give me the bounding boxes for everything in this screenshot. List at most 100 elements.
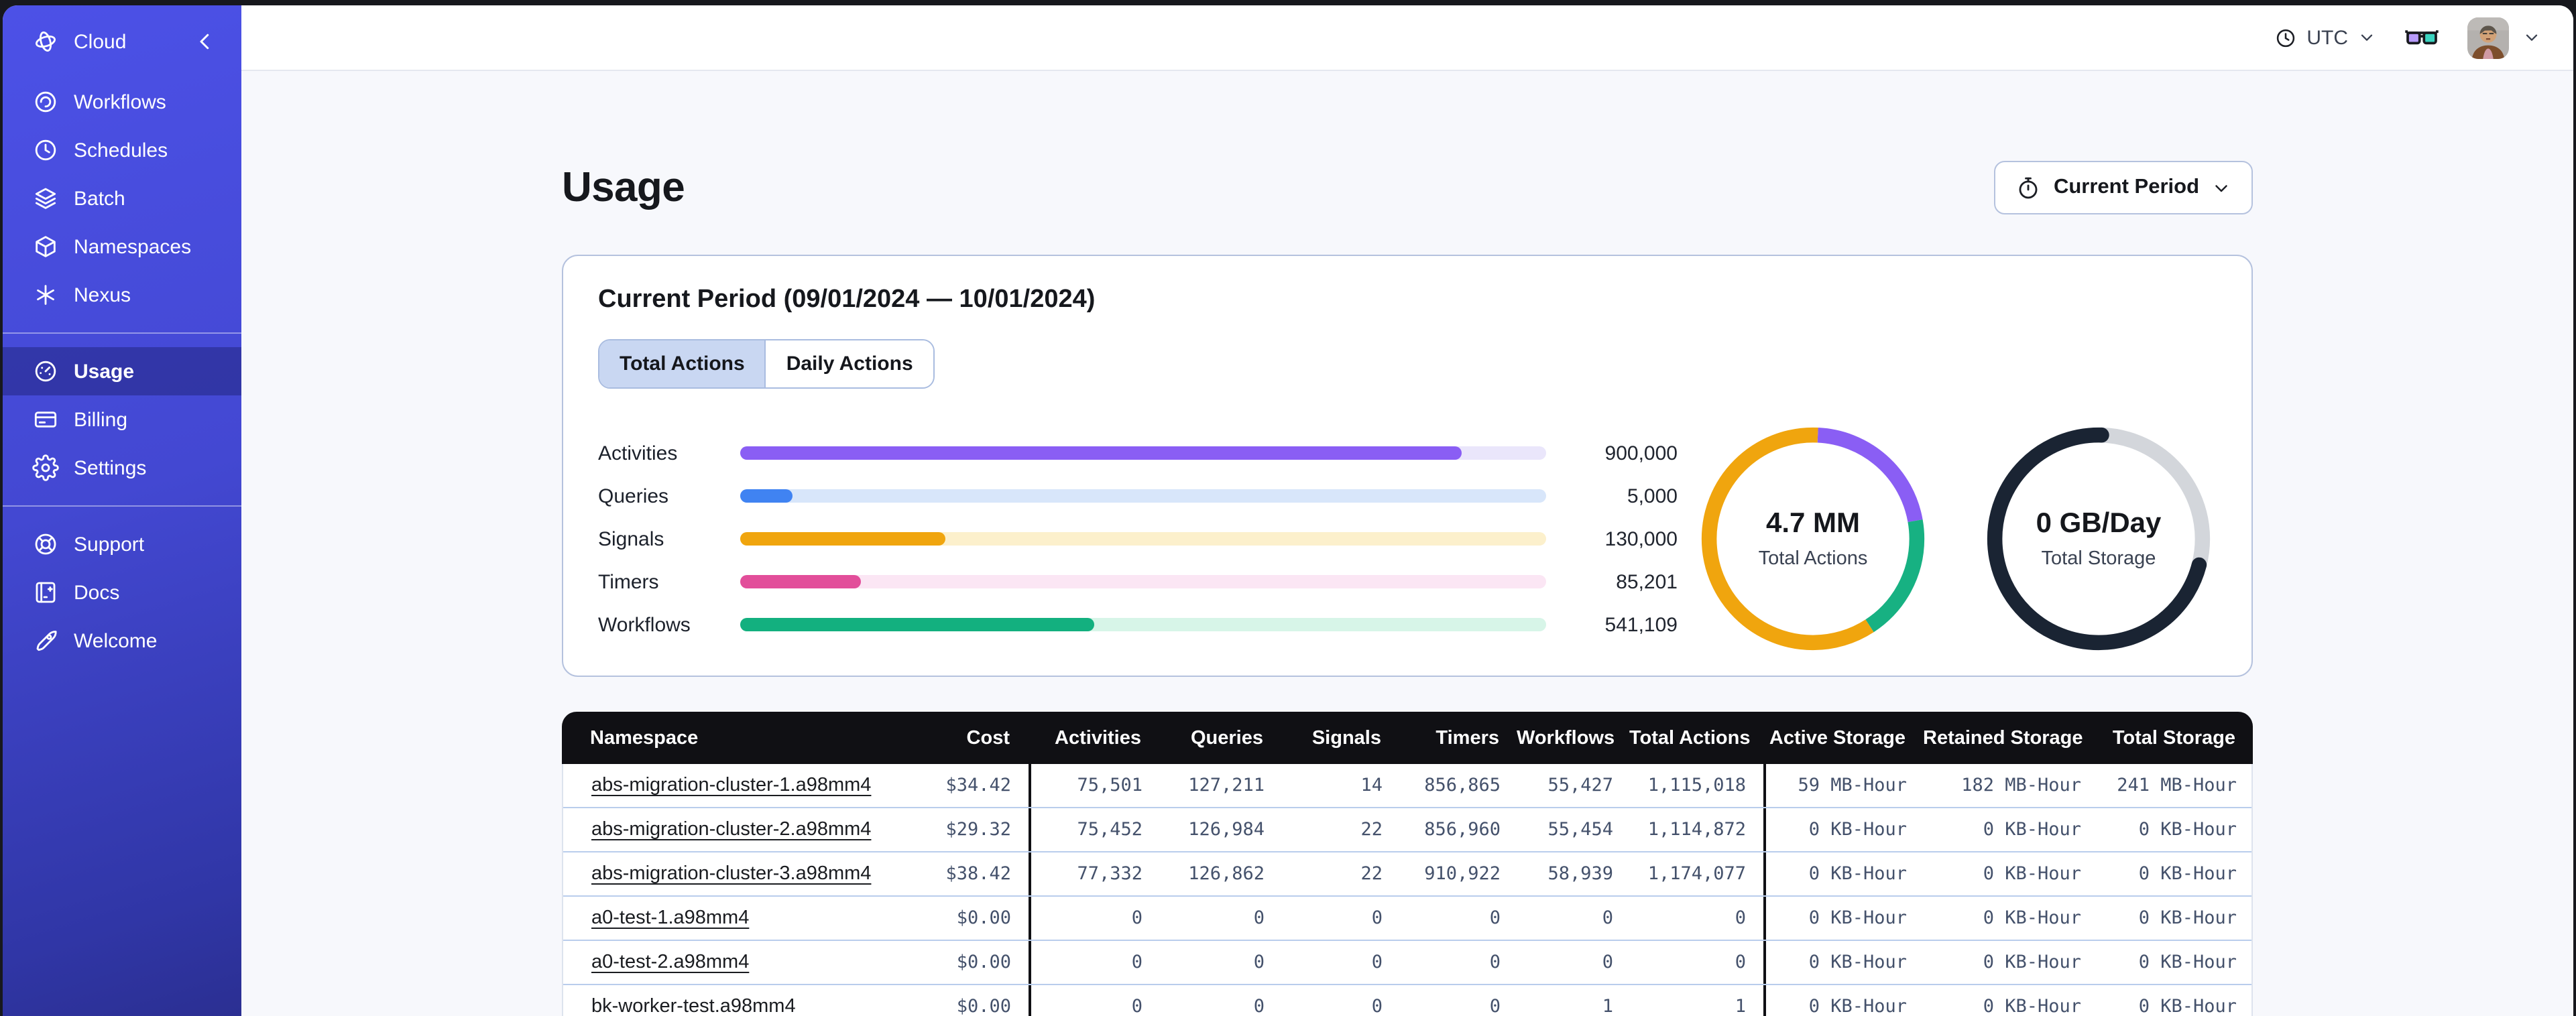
bar-label: Timers: [598, 570, 659, 593]
bar-label: Queries: [598, 485, 669, 507]
table-cell: 1,115,018: [1647, 775, 1746, 796]
actions-bar-chart: Activities 900,000 Queries 5,000 Signals…: [598, 442, 1678, 636]
clock-icon: [2274, 26, 2297, 49]
total-storage-label: Total Storage: [2041, 548, 2156, 570]
table-cell: 0 KB-Hour: [1983, 819, 2081, 840]
sidebar-item-schedules[interactable]: Schedules: [3, 126, 241, 174]
bar-chart-row: Timers 85,201: [598, 570, 1678, 593]
sidebar-collapse-button[interactable]: [193, 27, 223, 56]
sidebar-item-label: Usage: [74, 360, 135, 383]
column-header-total-actions: Total Actions: [1629, 727, 1751, 749]
table-cell: 0: [1253, 996, 1265, 1016]
sidebar-item-workflows[interactable]: Workflows: [3, 78, 241, 126]
namespace-cell: bk-worker-test.a98mm4: [563, 996, 902, 1016]
sidebar-item-settings[interactable]: Settings: [3, 444, 241, 492]
namespace-link[interactable]: abs-migration-cluster-3.a98mm4: [591, 863, 871, 885]
stopwatch-icon: [2016, 175, 2042, 200]
table-cell: 0: [1735, 952, 1746, 973]
docs-icon: [32, 579, 59, 606]
tab-total-actions[interactable]: Total Actions: [599, 340, 766, 387]
sidebar-item-welcome[interactable]: Welcome: [3, 617, 241, 665]
bar-label: Activities: [598, 442, 678, 464]
sidebar-item-batch[interactable]: Batch: [3, 174, 241, 223]
sidebar-divider: [3, 505, 241, 507]
bar-value: 5,000: [1627, 485, 1678, 507]
chevron-down-icon: [2211, 178, 2231, 198]
table-cell: $0.00: [956, 952, 1011, 973]
sidebar-item-usage[interactable]: Usage: [3, 347, 241, 395]
sidebar-item-billing[interactable]: Billing: [3, 395, 241, 444]
period-dropdown-button[interactable]: Current Period: [1994, 161, 2253, 214]
namespace-link[interactable]: abs-migration-cluster-1.a98mm4: [591, 775, 871, 796]
sidebar-divider: [3, 332, 241, 334]
table-cell: 0 KB-Hour: [1983, 863, 2081, 885]
nexus-icon: [32, 281, 59, 308]
sidebar-item-namespaces[interactable]: Namespaces: [3, 223, 241, 271]
total-actions-donut: 4.7 MM Total Actions: [1695, 421, 1931, 657]
table-cell: 0: [1735, 907, 1746, 929]
table-row: abs-migration-cluster-2.a98mm4 $29.32 75,…: [563, 808, 2251, 852]
column-header-active-storage: Active Storage: [1769, 727, 1906, 749]
table-row: a0-test-2.a98mm4 $0.00 0 0 0 0 0 0 0 KB-Hour 0 K…: [563, 941, 2251, 985]
donut-charts: 4.7 MM Total Actions 0 GB/Day Total Stor…: [1695, 421, 2217, 657]
bar-fill: [740, 532, 946, 546]
sidebar: Cloud Workflows Schedules Batch Namespac…: [3, 5, 241, 1016]
table-cell: 75,452: [1029, 808, 1160, 851]
sidebar-item-label: Namespaces: [74, 235, 192, 258]
sidebar-item-docs[interactable]: Docs: [3, 568, 241, 617]
sidebar-item-nexus[interactable]: Nexus: [3, 271, 241, 319]
namespace-link[interactable]: a0-test-1.a98mm4: [591, 907, 749, 929]
table-cell: 0 KB-Hour: [2138, 863, 2237, 885]
column-header-total-storage: Total Storage: [2112, 727, 2235, 749]
namespace-link[interactable]: a0-test-2.a98mm4: [591, 952, 749, 973]
usage-icon: [32, 358, 59, 385]
table-cell: 1: [1735, 996, 1746, 1016]
bar-track: [740, 446, 1546, 460]
sidebar-item-label: Workflows: [74, 90, 166, 113]
bar-track: [740, 575, 1546, 588]
namespaces-icon: [32, 233, 59, 260]
table-cell: 0: [1253, 907, 1265, 929]
table-cell: 0 KB-Hour: [2138, 952, 2237, 973]
timezone-select[interactable]: UTC: [2274, 26, 2376, 49]
table-cell: 126,984: [1188, 819, 1265, 840]
table-cell: 0: [1029, 897, 1160, 940]
table-cell: 0: [1489, 996, 1501, 1016]
column-header-queries: Queries: [1191, 727, 1263, 749]
table-cell: 0: [1371, 952, 1383, 973]
bar-fill: [740, 489, 793, 503]
table-cell: 1: [1602, 996, 1613, 1016]
table-cell: 0: [1029, 985, 1160, 1016]
feedback-glasses-button[interactable]: [2403, 19, 2441, 56]
bar-chart-row: Signals 130,000: [598, 527, 1678, 550]
temporal-logo-icon: [32, 28, 59, 55]
table-cell: 77,332: [1029, 852, 1160, 895]
sidebar-header: Cloud: [3, 5, 241, 78]
sidebar-header-label: Cloud: [74, 30, 127, 53]
sidebar-item-label: Nexus: [74, 283, 131, 306]
table-cell: 0 KB-Hour: [1763, 808, 1924, 851]
page-head: Usage Current Period: [562, 160, 2253, 216]
tab-daily-actions[interactable]: Daily Actions: [766, 340, 933, 387]
sidebar-item-label: Docs: [74, 581, 120, 604]
account-menu[interactable]: [2467, 17, 2541, 58]
total-storage-value: 0 GB/Day: [2036, 508, 2162, 539]
table-cell: 0 KB-Hour: [1763, 941, 1924, 984]
table-cell: 0: [1489, 907, 1501, 929]
table-cell: 0: [1371, 907, 1383, 929]
usage-summary-card: Current Period (09/01/2024 — 10/01/2024)…: [562, 255, 2253, 677]
table-cell: 0: [1602, 907, 1613, 929]
welcome-icon: [32, 627, 59, 654]
bar-fill: [740, 575, 862, 588]
total-storage-donut: 0 GB/Day Total Storage: [1981, 421, 2217, 657]
namespace-link[interactable]: bk-worker-test.a98mm4: [591, 996, 796, 1016]
period-dropdown-label: Current Period: [2053, 176, 2199, 198]
usage-card-title: Current Period (09/01/2024 — 10/01/2024): [598, 285, 1096, 314]
sidebar-item-support[interactable]: Support: [3, 520, 241, 568]
table-cell: 0 KB-Hour: [1763, 985, 1924, 1016]
table-row: a0-test-1.a98mm4 $0.00 0 0 0 0 0 0 0 KB-Hour 0 K…: [563, 897, 2251, 941]
column-header-timers: Timers: [1436, 727, 1499, 749]
namespace-link[interactable]: abs-migration-cluster-2.a98mm4: [591, 819, 871, 840]
table-cell: 0: [1253, 952, 1265, 973]
namespace-cell: abs-migration-cluster-3.a98mm4: [563, 863, 902, 885]
